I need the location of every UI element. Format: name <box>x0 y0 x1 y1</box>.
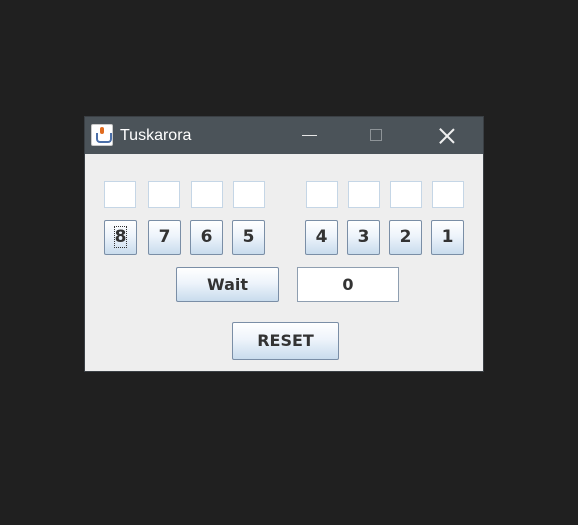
digit-button-label: 2 <box>399 227 412 247</box>
close-button[interactable] <box>422 117 472 154</box>
digit-button-label: 8 <box>113 226 128 248</box>
maximize-icon <box>370 129 382 141</box>
digit-button-8[interactable]: 8 <box>104 220 137 255</box>
counter-field[interactable]: 0 <box>297 267 399 302</box>
title-bar[interactable]: Tuskarora <box>85 117 483 154</box>
digit-button-1[interactable]: 1 <box>431 220 464 255</box>
minimize-icon <box>302 135 317 136</box>
digit-button-label: 4 <box>315 227 328 247</box>
digit-button-label: 5 <box>242 227 255 247</box>
maximize-button[interactable] <box>351 117 401 154</box>
digit-button-label: 6 <box>200 227 213 247</box>
digit-box-7[interactable] <box>148 181 180 208</box>
digit-box-8[interactable] <box>104 181 136 208</box>
digit-box-6[interactable] <box>191 181 223 208</box>
digit-button-3[interactable]: 3 <box>347 220 380 255</box>
digit-box-4[interactable] <box>306 181 338 208</box>
digit-box-3[interactable] <box>348 181 380 208</box>
digit-button-6[interactable]: 6 <box>190 220 223 255</box>
java-cup-icon <box>91 124 113 146</box>
minimize-button[interactable] <box>285 117 335 154</box>
reset-button[interactable]: RESET <box>232 322 339 360</box>
digit-button-label: 1 <box>441 227 454 247</box>
wait-button[interactable]: Wait <box>176 267 279 302</box>
digit-button-4[interactable]: 4 <box>305 220 338 255</box>
digit-button-label: 7 <box>158 227 171 247</box>
close-icon <box>437 126 457 146</box>
digit-button-5[interactable]: 5 <box>232 220 265 255</box>
digit-button-label: 3 <box>357 227 370 247</box>
app-window: Tuskarora 8 7 6 5 4 3 2 1 Wait 0 RESET <box>85 117 483 371</box>
digit-box-5[interactable] <box>233 181 265 208</box>
digit-box-1[interactable] <box>432 181 464 208</box>
digit-button-7[interactable]: 7 <box>148 220 181 255</box>
window-title: Tuskarora <box>120 127 192 144</box>
digit-button-2[interactable]: 2 <box>389 220 422 255</box>
digit-box-2[interactable] <box>390 181 422 208</box>
